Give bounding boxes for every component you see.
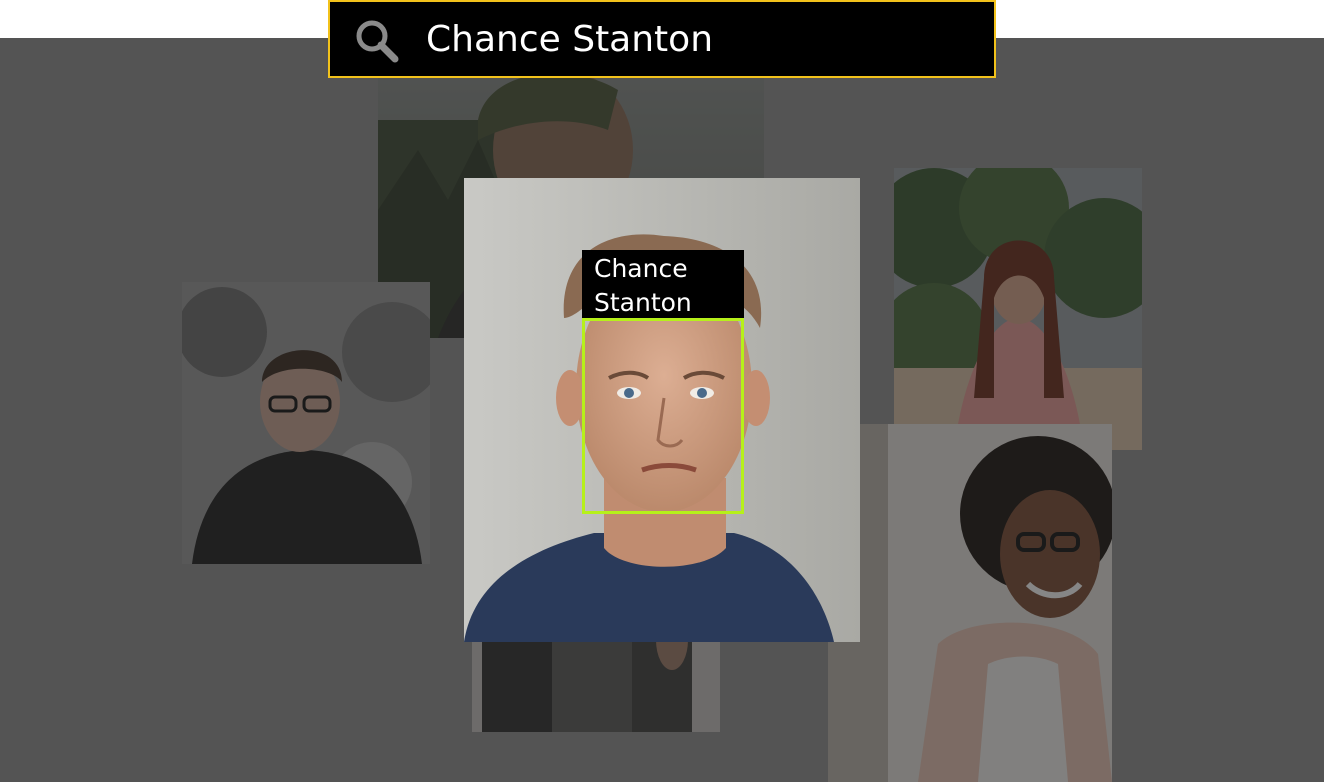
search-bar[interactable]: Chance Stanton: [328, 0, 996, 78]
photo-woman-curly-hair[interactable]: [828, 424, 1112, 782]
face-search-screen: Chance Stanton Chance Stanton: [0, 0, 1324, 782]
face-name-label: Chance Stanton: [582, 250, 744, 318]
photo-man-with-glasses[interactable]: [182, 282, 430, 564]
search-input[interactable]: Chance Stanton: [426, 16, 713, 64]
photo-woman-with-plants[interactable]: [894, 168, 1142, 450]
face-detection-box[interactable]: [582, 318, 744, 514]
face-name-last: Stanton: [594, 288, 692, 317]
search-icon: [354, 18, 400, 64]
face-name-first: Chance: [594, 254, 688, 283]
